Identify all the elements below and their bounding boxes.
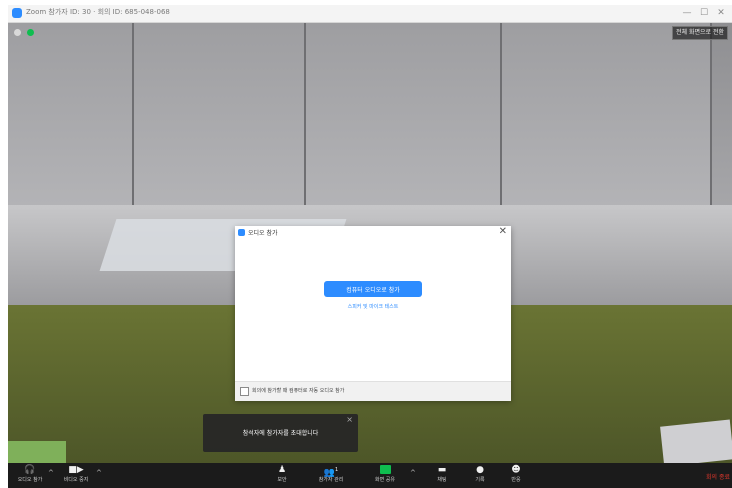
auto-join-audio-checkbox[interactable] [240, 387, 249, 396]
share-screen-button[interactable]: 화면 공유 [363, 465, 407, 487]
fullscreen-label: 전체 화면으로 전환 [676, 29, 724, 36]
participants-button[interactable]: 👥1 참가자 관리 [309, 465, 353, 487]
zoom-window: Zoom 참가자 ID: 30 · 회의 ID: 685-048-068 — ☐… [8, 5, 732, 488]
minimize-button[interactable]: — [678, 6, 696, 20]
stop-video-button[interactable]: ■▶ 비디오 중지 [54, 465, 98, 487]
wall-panel [134, 23, 306, 213]
join-audio-button[interactable]: 🎧 오디오 참가 [8, 465, 52, 487]
connection-status[interactable] [14, 29, 34, 36]
video-green-patch [8, 441, 66, 463]
participants-icon: 👥1 [323, 467, 339, 478]
end-meeting-button[interactable]: 회의 종료 [706, 472, 730, 481]
share-screen-icon [363, 465, 407, 476]
test-speaker-mic-link[interactable]: 스피커 및 마이크 테스트 [235, 303, 511, 310]
participant-count: 1 [335, 467, 339, 473]
video-gray-block [660, 419, 732, 463]
headphones-icon: 🎧 [24, 465, 36, 475]
join-audio-dialog: 오디오 참가 ✕ 컴퓨터 오디오로 참가 스피커 및 마이크 테스트 회의에 참… [235, 226, 511, 401]
invite-toast: × 참석자에 참가자를 초대합니다 [203, 414, 358, 452]
security-icon: ♟ [277, 465, 287, 475]
dialog-title: 오디오 참가 [248, 230, 278, 237]
info-icon[interactable] [14, 29, 21, 36]
meeting-toolbar: 🎧 오디오 참가 ^ ■▶ 비디오 중지 ^ ♟ 보안 👥1 참가자 관리 화면… [8, 463, 732, 488]
security-button[interactable]: ♟ 보안 [260, 465, 304, 487]
encryption-shield-icon[interactable] [27, 29, 34, 36]
zoom-app-icon [238, 229, 245, 236]
auto-join-audio-label[interactable]: 회의에 참가할 때 컴퓨터로 자동 오디오 참가 [252, 387, 344, 394]
toolbar-label: 참가자 관리 [318, 477, 344, 483]
close-window-button[interactable]: ✕ [712, 6, 730, 20]
join-with-computer-audio-button[interactable]: 컴퓨터 오디오로 참가 [324, 281, 422, 297]
toast-message: 참석자에 참가자를 초대합니다 [242, 430, 319, 437]
wall-panel [306, 23, 502, 213]
title-bar: Zoom 참가자 ID: 30 · 회의 ID: 685-048-068 — ☐… [8, 5, 732, 23]
toolbar-label: 비디오 중지 [63, 477, 89, 483]
maximize-button[interactable]: ☐ [695, 6, 713, 20]
toolbar-label: 오디오 참가 [17, 477, 43, 483]
wall-panel [502, 23, 712, 213]
audio-options-caret-icon[interactable]: ^ [48, 469, 54, 477]
dialog-header: 오디오 참가 ✕ [235, 226, 511, 239]
zoom-app-icon [12, 8, 22, 18]
video-camera-icon: ■▶ [68, 465, 84, 475]
reactions-button[interactable]: ☻ 반응 [494, 465, 538, 487]
dialog-close-button[interactable]: ✕ [499, 226, 507, 238]
share-options-caret-icon[interactable]: ^ [410, 469, 416, 477]
video-options-caret-icon[interactable]: ^ [96, 469, 102, 477]
dialog-footer: 회의에 참가할 때 컴퓨터로 자동 오디오 참가 [235, 381, 511, 401]
toolbar-label: 반응 [511, 477, 521, 483]
reactions-icon: ☻ [511, 465, 521, 475]
toolbar-label: 보안 [277, 477, 287, 483]
toolbar-label: 화면 공유 [375, 477, 395, 483]
toast-close-button[interactable]: × [346, 415, 353, 424]
wall-panel [8, 23, 134, 213]
window-title: Zoom 참가자 ID: 30 · 회의 ID: 685-048-068 [26, 8, 170, 16]
fullscreen-toggle-button[interactable]: 전체 화면으로 전환 [672, 26, 728, 40]
